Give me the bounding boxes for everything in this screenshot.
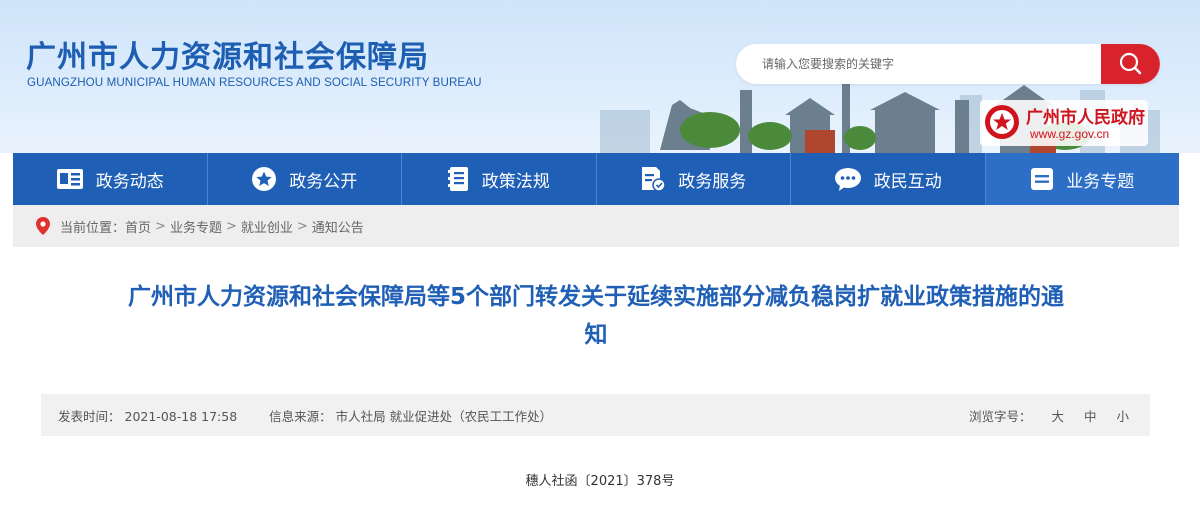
government-seal-icon — [985, 105, 1019, 139]
site-title-english: GUANGZHOU MUNICIPAL HUMAN RESOURCES AND … — [27, 76, 482, 89]
font-size-large-button[interactable]: 大 — [1051, 409, 1064, 424]
breadcrumb-separator: > — [296, 218, 308, 234]
search-button[interactable] — [1101, 44, 1160, 84]
nav-item-news[interactable]: 政务动态 — [13, 153, 208, 205]
gov-url: www.gz.gov.cn — [1030, 127, 1110, 141]
article-meta-bar: 发表时间： 2021-08-18 17:58 信息来源： 市人社局 就业促进处（… — [41, 394, 1150, 436]
source: 市人社局 就业促进处（农民工工作处） — [335, 408, 553, 424]
site-header: 广州市人力资源和社会保障局 GUANGZHOU MUNICIPAL HUMAN … — [0, 0, 1200, 153]
breadcrumb-separator: > — [155, 218, 166, 234]
breadcrumb-home[interactable]: 首页 — [125, 217, 151, 236]
nav-label: 政民互动 — [873, 171, 942, 192]
breadcrumb: 当前位置： 首页 > 业务专题 > 就业创业 > 通知公告 — [13, 205, 1179, 247]
article-title: 广州市人力资源和社会保障局等5个部门转发关于延续实施部分减负稳岗扩就业政策措施的… — [13, 278, 1179, 354]
nav-item-services[interactable]: 政务服务 — [597, 153, 791, 205]
breadcrumb-topics[interactable]: 业务专题 — [170, 217, 222, 236]
search-bar — [736, 44, 1160, 84]
search-icon — [1119, 52, 1142, 75]
font-size-medium-button[interactable]: 中 — [1084, 409, 1097, 424]
nav-label: 政务服务 — [678, 171, 747, 192]
breadcrumb-employment[interactable]: 就业创业 — [241, 217, 293, 236]
article-title-line2: 知 — [584, 322, 608, 348]
nav-item-policies[interactable]: 政策法规 — [402, 153, 597, 205]
star-icon — [252, 167, 277, 191]
site-title[interactable]: 广州市人力资源和社会保障局 — [26, 32, 429, 76]
main-nav: 政务动态 政务公开 政策法规 政务服务 政民互动 业务专题 — [13, 153, 1179, 205]
breadcrumb-separator: > — [225, 218, 237, 234]
nav-item-interaction[interactable]: 政民互动 — [791, 153, 986, 205]
font-size-small-button[interactable]: 小 — [1116, 409, 1129, 424]
breadcrumb-notices[interactable]: 通知公告 — [312, 217, 364, 236]
search-input[interactable] — [762, 44, 1092, 84]
gz-government-link[interactable]: 广州市人民政府 www.gz.gov.cn — [980, 100, 1148, 146]
document-icon — [447, 167, 468, 191]
nav-item-open-government[interactable]: 政务公开 — [208, 153, 402, 205]
nav-item-topics[interactable]: 业务专题 — [985, 153, 1179, 205]
nav-label: 政务公开 — [289, 171, 358, 192]
publish-time-label: 发表时间： — [58, 408, 121, 424]
service-icon — [642, 167, 666, 192]
nav-label: 政策法规 — [481, 171, 550, 192]
news-icon — [56, 169, 83, 189]
publish-time: 2021-08-18 17:58 — [124, 408, 238, 424]
chat-icon — [834, 168, 861, 191]
nav-label: 业务专题 — [1066, 171, 1135, 192]
source-label: 信息来源： — [269, 408, 332, 424]
font-size-label: 浏览字号： — [968, 408, 1032, 424]
topic-icon — [1031, 168, 1054, 190]
document-number: 穗人社函〔2021〕378号 — [525, 474, 675, 489]
nav-label: 政务动态 — [95, 171, 164, 192]
location-pin-icon — [36, 217, 50, 235]
gov-name: 广州市人民政府 — [1026, 108, 1145, 128]
breadcrumb-prefix: 当前位置： — [60, 220, 126, 236]
article-title-line1: 广州市人力资源和社会保障局等5个部门转发关于延续实施部分减负稳岗扩就业政策措施的… — [127, 284, 1064, 310]
